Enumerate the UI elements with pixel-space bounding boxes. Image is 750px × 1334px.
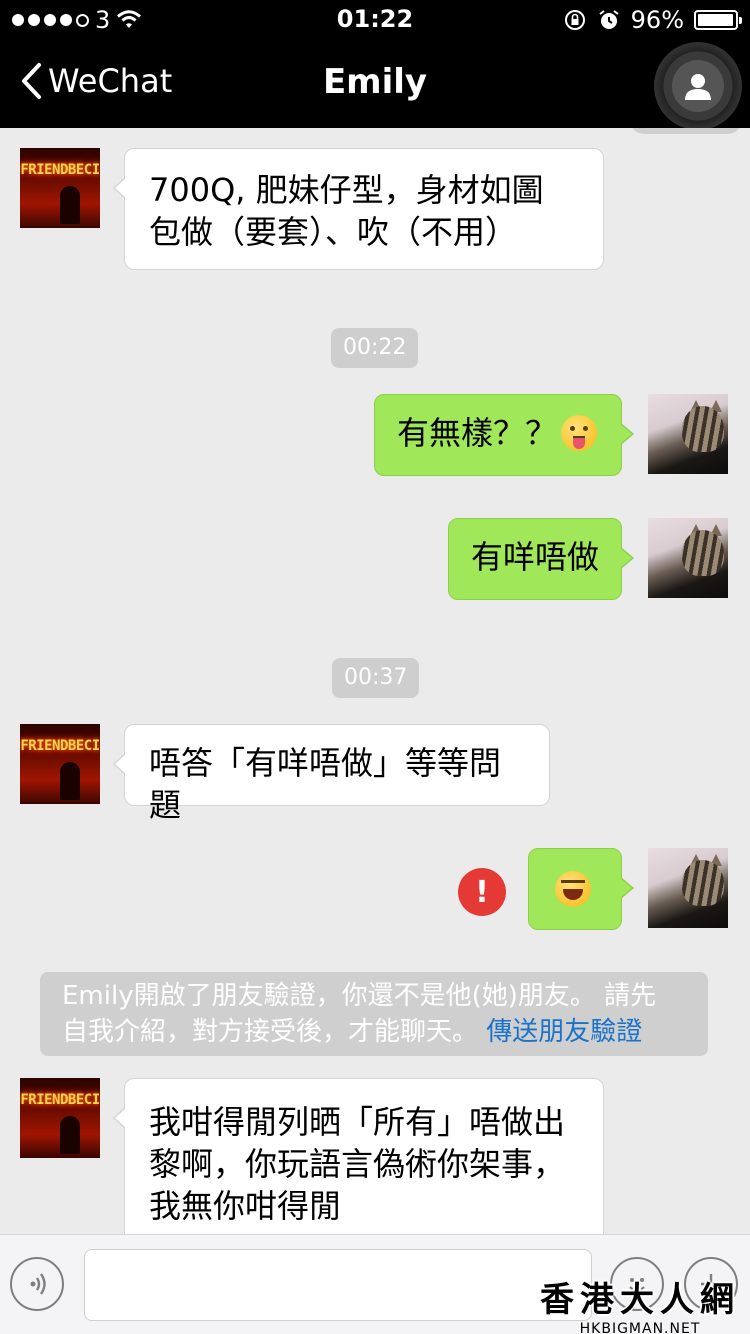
cat-photo — [682, 530, 724, 576]
chat-area[interactable]: FRIENDBECI 700Q, 肥妹仔型，身材如圖 包做（要套）、吹（不用） … — [0, 128, 750, 1234]
message-text: 我咁得閒列晒「所有」唔做出 黎啊，你玩語言偽術你架事， 我無你咁得閒 — [149, 1103, 566, 1225]
message-timestamp: 00:22 — [331, 328, 419, 368]
battery-percent: 96% — [630, 6, 684, 34]
avatar-emily[interactable]: FRIENDBECI — [20, 1078, 100, 1158]
scrolled-bubble-edge — [630, 128, 742, 134]
avatar-me[interactable] — [648, 394, 728, 474]
message-text: 有咩唔做 — [471, 538, 600, 576]
watermark-url: HKBIGMAN.NET — [579, 1321, 701, 1334]
alarm-icon — [599, 10, 619, 29]
message-text: 唔答「有咩唔做」等等問題 — [149, 744, 502, 824]
rotation-lock-icon — [564, 10, 585, 30]
send-failed-icon[interactable]: ! — [458, 868, 506, 916]
message-bubble-outgoing[interactable]: 有無樣？？ — [374, 394, 634, 476]
person-icon — [672, 60, 724, 112]
chat-info-button[interactable] — [654, 42, 742, 130]
message-bubble-incoming[interactable]: 我咁得閒列晒「所有」唔做出 黎啊，你玩語言偽術你架事， 我無你咁得閒 — [113, 1078, 604, 1234]
cat-photo — [682, 860, 724, 906]
send-verification-link[interactable]: 傳送朋友驗證 — [486, 1017, 642, 1047]
message-text: 有無樣？？ — [397, 414, 558, 452]
notice-text-line2: 自我介紹，對方接受後，才能聊天。 — [62, 1017, 487, 1047]
chat-title: Emily — [322, 62, 428, 102]
message-bubble-outgoing[interactable] — [528, 848, 634, 930]
message-input[interactable] — [84, 1249, 592, 1321]
message-text: 700Q, 肥妹仔型，身材如圖 包做（要套）、吹（不用） — [149, 171, 544, 251]
face-with-tears-of-joy-emoji-icon — [555, 871, 591, 907]
face-with-tongue-emoji-icon — [561, 415, 598, 451]
message-timestamp: 00:37 — [332, 658, 420, 698]
avatar-image: FRIENDBECI — [20, 1092, 100, 1108]
message-bubble-incoming[interactable]: 700Q, 肥妹仔型，身材如圖 包做（要套）、吹（不用） — [113, 148, 604, 270]
message-bubble-outgoing[interactable]: 有咩唔做 — [448, 518, 634, 600]
status-bar: 3 01:22 96% — [0, 0, 750, 40]
avatar-emily[interactable]: FRIENDBECI — [20, 148, 100, 228]
status-right: 96% — [563, 6, 742, 34]
avatar-image: FRIENDBECI — [20, 738, 100, 754]
battery-fill — [698, 14, 733, 26]
voice-input-button[interactable] — [10, 1257, 64, 1311]
voice-icon — [30, 1273, 46, 1295]
cat-photo — [682, 406, 724, 452]
site-watermark: 香港大人網 HKBIGMAN.NET — [540, 1272, 740, 1334]
avatar-me[interactable] — [648, 518, 728, 598]
friend-verification-notice: Emily開啟了朋友驗證，你還不是他(她)朋友。 請先 自我介紹，對方接受後，才… — [40, 972, 708, 1056]
battery-icon — [694, 10, 742, 30]
message-bubble-incoming[interactable]: 唔答「有咩唔做」等等問題 — [113, 724, 550, 824]
notice-text-line1: Emily開啟了朋友驗證，你還不是他(她)朋友。 請先 — [62, 981, 657, 1011]
watermark-title: 香港大人網 — [540, 1280, 740, 1320]
nav-bar: WeChat Emily — [0, 40, 750, 130]
avatar-image: FRIENDBECI — [20, 162, 100, 178]
avatar-emily[interactable]: FRIENDBECI — [20, 724, 100, 804]
avatar-me[interactable] — [648, 848, 728, 928]
